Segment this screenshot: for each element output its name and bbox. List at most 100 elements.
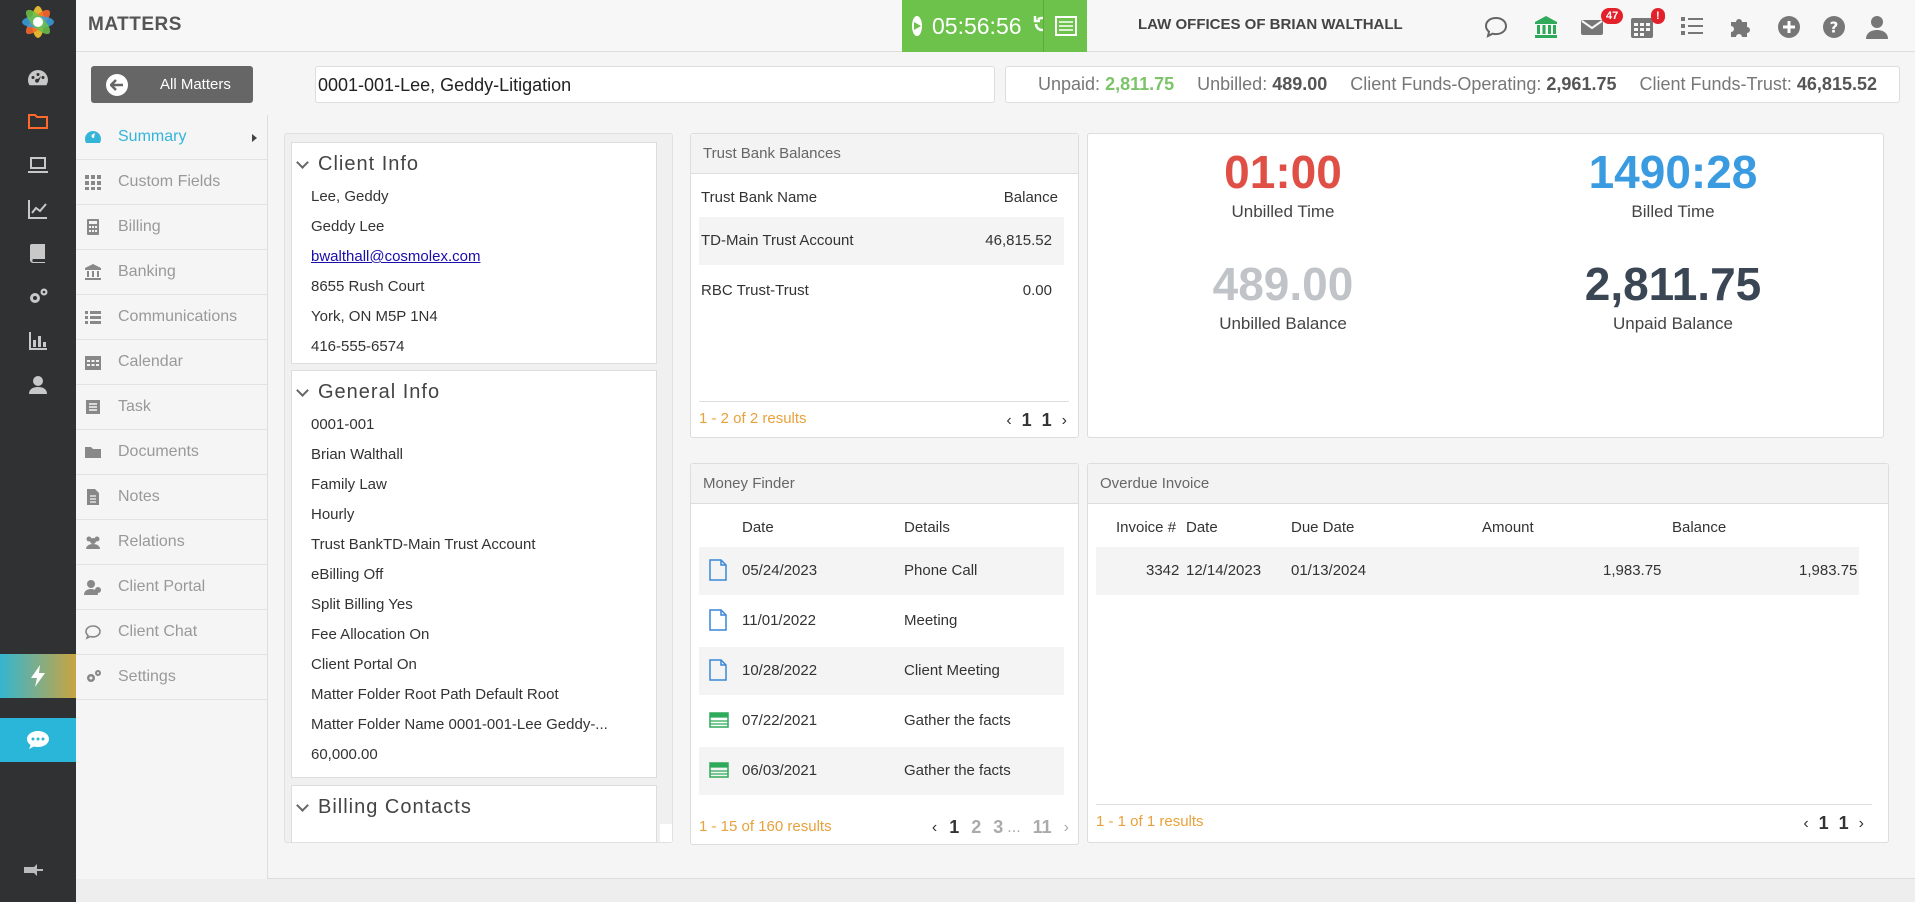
nav-item-settings[interactable]: Settings xyxy=(76,655,267,700)
unbilled-balance-label: Unbilled Balance xyxy=(1219,314,1347,333)
col-amount[interactable]: Amount xyxy=(1482,519,1534,536)
nav-item-client-portal[interactable]: Client Portal xyxy=(76,565,267,610)
bar-chart-icon[interactable] xyxy=(24,327,52,355)
col-details[interactable]: Details xyxy=(904,519,950,536)
page-number[interactable]: 2 xyxy=(971,817,981,838)
document-icon xyxy=(709,559,727,581)
table-row[interactable]: 06/03/2021 Gather the facts xyxy=(699,747,1064,795)
billed-time-label: Billed Time xyxy=(1631,202,1715,221)
funds-summary-bar: Unpaid: 2,811.75 Unbilled: 489.00 Client… xyxy=(1005,66,1900,103)
nav-item-communications[interactable]: Communications xyxy=(76,295,267,340)
laptop-icon[interactable] xyxy=(24,151,52,179)
info-column[interactable]: Client Info Lee, Geddy Geddy Lee bwaltha… xyxy=(284,133,673,843)
note-icon xyxy=(87,489,99,505)
nav-item-billing[interactable]: Billing xyxy=(76,205,267,250)
nav-item-summary[interactable]: Summary xyxy=(76,115,267,160)
folder-icon[interactable] xyxy=(24,107,52,135)
table-row[interactable]: 10/28/2022 Client Meeting xyxy=(699,647,1064,695)
chevron-left-icon[interactable]: ‹ xyxy=(932,819,937,837)
chevron-left-icon[interactable]: ‹ xyxy=(1803,815,1808,833)
chevron-right-icon[interactable]: › xyxy=(1062,412,1067,430)
col-due-date[interactable]: Due Date xyxy=(1291,519,1354,536)
chat-button[interactable] xyxy=(0,718,76,762)
page-number[interactable]: 1 xyxy=(1819,813,1829,834)
page-number[interactable]: 3 xyxy=(993,817,1003,838)
nav-item-calendar[interactable]: Calendar xyxy=(76,340,267,385)
trust-balances-panel: Trust Bank Balances Trust Bank Name Bala… xyxy=(690,133,1079,438)
client-info-header[interactable]: Client Info xyxy=(292,143,656,182)
messages-icon[interactable] xyxy=(1481,12,1511,42)
page-number[interactable]: 1 xyxy=(949,817,959,838)
app-logo-icon[interactable] xyxy=(18,2,58,42)
puzzle-icon[interactable] xyxy=(1725,12,1755,42)
user-icon[interactable] xyxy=(24,371,52,399)
add-icon[interactable] xyxy=(1774,12,1804,42)
book-icon[interactable] xyxy=(24,239,52,267)
nav-item-task[interactable]: Task xyxy=(76,385,267,430)
page-number[interactable]: 1 xyxy=(1042,410,1052,431)
matter-selector[interactable]: 0001-001-Lee, Geddy-Litigation xyxy=(315,66,995,103)
unpaid-balance-stat[interactable]: 2,811.75 Unpaid Balance xyxy=(1478,258,1868,334)
table-row[interactable]: 05/24/2023 Phone Call xyxy=(699,547,1064,595)
nav-item-custom-fields[interactable]: Custom Fields xyxy=(76,160,267,205)
timesheet-button[interactable] xyxy=(1043,0,1087,52)
play-icon[interactable] xyxy=(912,16,922,36)
split-billing-status: Split Billing Yes xyxy=(311,596,413,613)
trust-bank: Trust BankTD-Main Trust Account xyxy=(311,536,536,553)
nav-label: Banking xyxy=(118,263,176,280)
col-invoice-number[interactable]: Invoice # xyxy=(1116,519,1176,536)
trust-bank-name: RBC Trust-Trust xyxy=(701,282,809,299)
timer[interactable]: 05:56:56 xyxy=(902,0,1049,52)
table-row[interactable]: TD-Main Trust Account 46,815.52 xyxy=(699,217,1064,265)
billing-contacts-header[interactable]: Billing Contacts xyxy=(292,786,656,825)
overdue-invoice-title: Overdue Invoice xyxy=(1088,464,1888,504)
gears-icon[interactable] xyxy=(24,283,52,311)
chevron-right-icon[interactable]: › xyxy=(1064,819,1069,837)
nav-item-notes[interactable]: Notes xyxy=(76,475,267,520)
chat-icon xyxy=(85,625,101,640)
billed-time-stat[interactable]: 1490:28 Billed Time xyxy=(1478,146,1868,222)
col-balance[interactable]: Balance xyxy=(1004,189,1058,206)
dashboard-icon[interactable] xyxy=(24,64,52,92)
nav-item-documents[interactable]: Documents xyxy=(76,430,267,475)
pin-icon[interactable] xyxy=(22,862,44,882)
chevron-left-icon[interactable]: ‹ xyxy=(1006,412,1011,430)
table-row[interactable]: 3342 12/14/2023 01/13/2024 1,983.75 1,98… xyxy=(1096,547,1859,595)
page-number[interactable]: 1 xyxy=(1022,410,1032,431)
nav-item-relations[interactable]: Relations xyxy=(76,520,267,565)
task-icon xyxy=(86,400,100,414)
all-matters-button[interactable]: All Matters xyxy=(91,66,253,103)
unpaid-balance-value: 2,811.75 xyxy=(1584,258,1762,310)
page-number[interactable]: 1 xyxy=(1839,813,1849,834)
trust-balances-title: Trust Bank Balances xyxy=(691,134,1078,174)
practice-area: Family Law xyxy=(311,476,387,493)
client-email-link[interactable]: bwalthall@cosmolex.com xyxy=(311,248,480,265)
unbilled-balance-stat[interactable]: 489.00 Unbilled Balance xyxy=(1088,258,1478,334)
col-trust-bank-name[interactable]: Trust Bank Name xyxy=(701,189,817,206)
line-chart-icon[interactable] xyxy=(24,195,52,223)
nav-item-banking[interactable]: Banking xyxy=(76,250,267,295)
unpaid-balance-label: Unpaid Balance xyxy=(1612,314,1734,333)
table-row[interactable]: 07/22/2021 Gather the facts xyxy=(699,697,1064,745)
firm-name[interactable]: LAW OFFICES OF BRIAN WALTHALL xyxy=(1138,16,1403,33)
money-finder-title: Money Finder xyxy=(691,464,1078,504)
bank-icon[interactable] xyxy=(1531,12,1561,42)
nav-item-client-chat[interactable]: Client Chat xyxy=(76,610,267,655)
table-row[interactable]: 11/01/2022 Meeting xyxy=(699,597,1064,645)
col-invoice-date[interactable]: Date xyxy=(1186,519,1218,536)
trust-bank-balance: 0.00 xyxy=(1022,282,1052,299)
col-date[interactable]: Date xyxy=(742,519,774,536)
chevron-right-icon[interactable]: › xyxy=(1859,815,1864,833)
profile-icon[interactable] xyxy=(1862,12,1892,42)
task-list-icon[interactable] xyxy=(1677,12,1707,42)
lightning-button[interactable] xyxy=(0,654,76,698)
unbilled-time-stat[interactable]: 01:00 Unbilled Time xyxy=(1088,146,1478,222)
table-row[interactable]: RBC Trust-Trust 0.00 xyxy=(699,267,1064,315)
nav-label: Communications xyxy=(118,308,238,325)
page-number[interactable]: 11 xyxy=(1033,817,1052,838)
nav-label: Billing xyxy=(118,218,161,235)
scrollbar[interactable] xyxy=(660,824,672,842)
help-icon[interactable]: ? xyxy=(1819,12,1849,42)
col-invoice-balance[interactable]: Balance xyxy=(1672,519,1726,536)
general-info-header[interactable]: General Info xyxy=(292,371,656,410)
